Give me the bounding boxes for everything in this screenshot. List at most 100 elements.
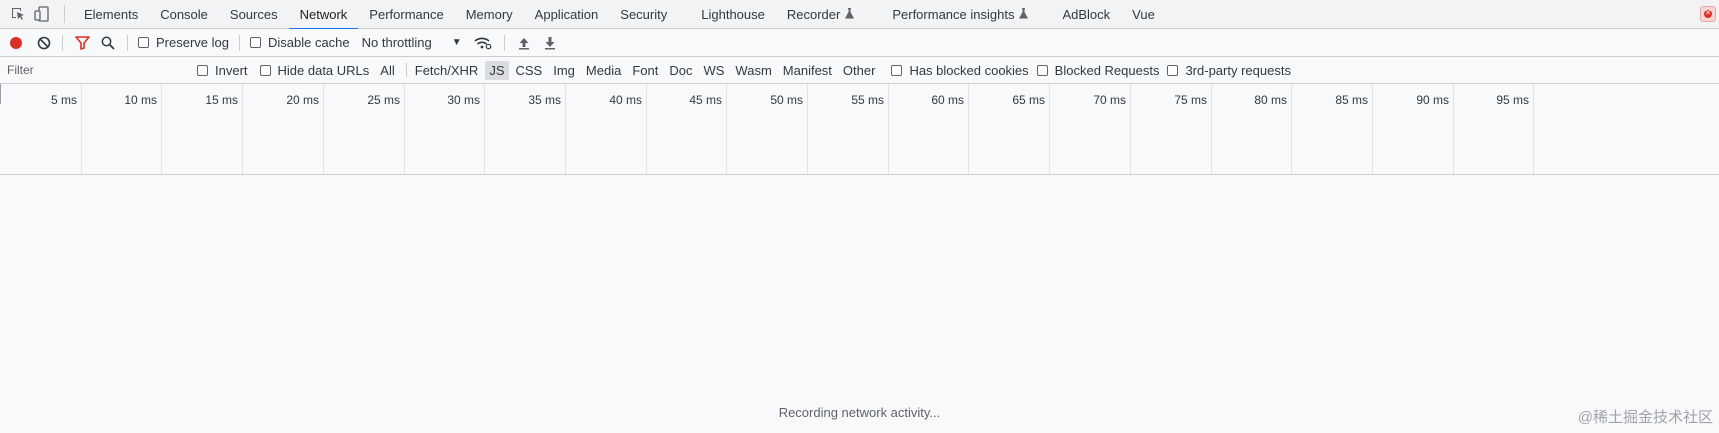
blocked-requests-checkbox[interactable]: Blocked Requests (1036, 62, 1160, 78)
tab-label: Recorder (786, 6, 841, 22)
filter-input[interactable] (7, 59, 197, 81)
tab-sources[interactable]: Sources (219, 0, 289, 29)
disable-cache-checkbox[interactable]: Disable cache (249, 35, 350, 50)
tab-label: Network (299, 6, 348, 22)
throttling-select[interactable]: No throttling ▼ (362, 35, 462, 50)
tab-elements[interactable]: Elements (73, 0, 149, 29)
tab-label: Memory (465, 6, 513, 22)
hide-data-urls-label: Hide data URLs (277, 62, 370, 78)
filter-type-other[interactable]: Other (839, 61, 880, 80)
filter-type-js[interactable]: JS (485, 60, 509, 80)
device-toolbar-icon[interactable] (30, 0, 54, 29)
filter-type-wasm[interactable]: Wasm (731, 61, 775, 80)
blocked-requests-label: Blocked Requests (1054, 62, 1160, 78)
tab-label: Performance (369, 6, 444, 22)
filter-type-ws[interactable]: WS (699, 61, 728, 80)
timeline-tick-label: 50 ms (770, 93, 803, 107)
filter-type-css[interactable]: CSS (512, 61, 547, 80)
filter-type-all[interactable]: All (376, 61, 398, 80)
resource-type-filters: All Fetch/XHR JS CSS Img Media Font Doc WS Wasm Ma… (376, 60, 882, 80)
tab-security[interactable]: Security (609, 0, 678, 29)
timeline-gridline (565, 84, 566, 174)
experiment-flask-icon (1019, 7, 1029, 22)
experiment-flask-icon (845, 7, 855, 22)
filter-type-media[interactable]: Media (582, 61, 625, 80)
has-blocked-cookies-checkbox[interactable]: Has blocked cookies (891, 62, 1029, 78)
filter-type-doc[interactable]: Doc (665, 61, 696, 80)
wifi-settings-icon (474, 37, 491, 49)
timeline-tick-label: 40 ms (609, 93, 642, 107)
timeline-gridline (1291, 84, 1292, 174)
tab-performance[interactable]: Performance (358, 0, 454, 29)
filter-type-manifest[interactable]: Manifest (779, 61, 836, 80)
filter-bar: Invert Hide data URLs All Fetch/XHRJSCSSI… (0, 57, 1719, 84)
timeline-tick-label: 35 ms (528, 93, 561, 107)
tab-adblock[interactable]: AdBlock (1051, 0, 1121, 29)
tab-label: Elements (84, 6, 139, 22)
timeline-gridline (646, 84, 647, 174)
filter-type-font[interactable]: Font (628, 61, 662, 80)
tab-network[interactable]: Network (288, 0, 359, 30)
filter-type-img[interactable]: Img (549, 61, 579, 80)
tab-label: Security (620, 6, 668, 22)
timeline-tick-label: 45 ms (689, 93, 722, 107)
filter-toggle-button[interactable] (69, 30, 95, 56)
timeline-tick-label: 95 ms (1496, 93, 1529, 107)
tab-console[interactable]: Console (149, 0, 219, 29)
throttling-value: No throttling (361, 35, 432, 50)
tab-application[interactable]: Application (524, 0, 610, 29)
timeline-gridline (968, 84, 969, 174)
checkbox-box (1167, 64, 1179, 76)
timeline-gridline (726, 84, 727, 174)
timeline-tick-label: 25 ms (367, 93, 400, 107)
tab-label: Performance insights (892, 6, 1015, 22)
filter-type-fetch-xhr[interactable]: Fetch/XHR (411, 61, 483, 80)
tab-label: Sources (229, 6, 278, 22)
export-har-button[interactable] (537, 30, 563, 56)
network-conditions-button[interactable] (468, 30, 498, 56)
timeline-tick-label: 30 ms (447, 93, 480, 107)
timeline-tick-label: 60 ms (931, 93, 964, 107)
record-button[interactable] (0, 30, 32, 56)
timeline-tick-label: 55 ms (851, 93, 884, 107)
hide-data-urls-checkbox[interactable]: Hide data URLs (259, 62, 370, 78)
timeline-tick-label: 15 ms (205, 93, 238, 107)
timeline-gridline (81, 84, 82, 174)
timeline-tick-label: 90 ms (1416, 93, 1449, 107)
has-blocked-cookies-label: Has blocked cookies (909, 62, 1029, 78)
tab-recorder[interactable]: Recorder (776, 0, 865, 29)
timeline-gridline (807, 84, 808, 174)
dropdown-arrow-icon: ▼ (451, 37, 462, 48)
toolbar-separator (127, 34, 128, 51)
timeline-gridline (323, 84, 324, 174)
timeline-gridline (1453, 84, 1454, 174)
network-overview-timeline[interactable]: 5 ms 10 ms 15 ms 20 ms 25 ms 30 ms 35 ms 40 ms 4… (0, 84, 1719, 175)
timeline-start-marker (0, 84, 1, 104)
filter-separator (405, 63, 407, 77)
timeline-gridline (1533, 84, 1534, 174)
tabbar-separator (64, 5, 65, 23)
inspect-element-icon[interactable] (6, 0, 30, 29)
tab-label: Application (534, 6, 599, 22)
clear-button[interactable] (32, 30, 56, 56)
timeline-tick-label: 85 ms (1335, 93, 1368, 107)
error-indicator-icon[interactable]: ✕ (1700, 6, 1716, 22)
invert-checkbox[interactable]: Invert (197, 63, 248, 78)
tab-vue[interactable]: Vue (1121, 0, 1166, 29)
tab-label: Vue (1132, 6, 1155, 22)
third-party-requests-checkbox[interactable]: 3rd-party requests (1167, 63, 1291, 78)
timeline-gridline (888, 84, 889, 174)
tab-lighthouse[interactable]: Lighthouse (690, 0, 776, 29)
toolbar-separator (238, 34, 240, 51)
preserve-log-checkbox[interactable]: Preserve log (138, 35, 229, 50)
disable-cache-label: Disable cache (267, 35, 350, 50)
download-icon (544, 36, 555, 49)
upload-icon (518, 37, 529, 49)
filter-icon (74, 35, 90, 50)
timeline-tick-label: 80 ms (1254, 93, 1287, 107)
search-button[interactable] (95, 30, 121, 56)
checkbox-box (1036, 64, 1048, 76)
import-har-button[interactable] (511, 30, 537, 56)
tab-memory[interactable]: Memory (455, 0, 524, 29)
tab-performance-insights[interactable]: Performance insights (881, 0, 1039, 29)
